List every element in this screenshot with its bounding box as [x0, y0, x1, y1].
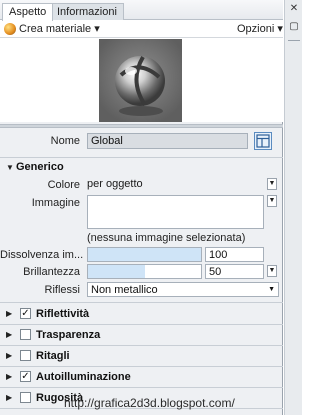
image-dropdown-button[interactable]: ▼	[267, 195, 277, 207]
separator	[288, 40, 300, 41]
section-label: Riflettività	[36, 308, 90, 320]
panel-layout-icon	[256, 134, 270, 148]
section-row[interactable]: ▶ Trasparenza	[0, 325, 283, 346]
material-editor-window: Aspetto Informazioni Crea materiale ▾ Op…	[0, 0, 302, 415]
preview-splitter[interactable]	[0, 124, 283, 128]
glossiness-slider-fill	[88, 265, 145, 278]
section-row[interactable]: ▶ ✓ Autoilluminazione	[0, 367, 283, 388]
options-menu-button[interactable]: Opzioni ▾	[237, 22, 283, 36]
collapsed-triangle-icon[interactable]: ▶	[6, 371, 12, 383]
color-dropdown-button[interactable]: ▼	[267, 178, 277, 190]
tab-bar: Aspetto Informazioni	[0, 0, 283, 21]
material-swatch-icon	[4, 23, 16, 35]
section-enable-checkbox[interactable]: ✓	[20, 308, 31, 319]
name-row: Nome Global	[0, 131, 283, 151]
section-label: Ritagli	[36, 350, 70, 362]
collapsed-triangle-icon[interactable]: ▶	[6, 392, 12, 404]
no-image-note: (nessuna immagine selezionata)	[87, 232, 246, 244]
chevron-down-icon: ▾	[94, 23, 100, 35]
image-slot[interactable]	[87, 195, 264, 229]
chevron-down-icon: ▼	[268, 180, 276, 187]
material-preview-image	[99, 39, 182, 122]
preview-area	[0, 38, 283, 122]
sphere-preview-icon	[115, 55, 165, 116]
section-generic-header[interactable]: ▼ Generico	[6, 160, 64, 175]
section-label: Autoilluminazione	[36, 371, 131, 383]
pin-icon[interactable]: ▢	[287, 21, 301, 33]
section-label: Trasparenza	[36, 329, 101, 341]
highlights-value: Non metallico	[91, 284, 158, 296]
chevron-down-icon: ▼	[268, 286, 275, 293]
create-material-button[interactable]: Crea materiale ▾	[19, 22, 100, 36]
image-fade-label: Dissolvenza im...	[0, 249, 84, 261]
expanded-triangle-icon: ▼	[6, 163, 14, 172]
separator	[0, 157, 283, 158]
section-row[interactable]: ▶ ✓ Riflettività	[0, 304, 283, 325]
image-fade-slider[interactable]	[87, 247, 202, 262]
glossiness-label: Brillantezza	[23, 266, 80, 278]
create-material-label: Crea materiale	[19, 23, 92, 35]
color-value[interactable]: per oggetto	[87, 177, 252, 192]
section-enable-checkbox[interactable]	[20, 350, 31, 361]
collapsed-triangle-icon[interactable]: ▶	[6, 308, 12, 320]
section-enable-checkbox[interactable]	[20, 392, 31, 403]
chevron-down-icon: ▾	[277, 23, 283, 35]
material-browser-button[interactable]	[254, 132, 272, 150]
section-generic-title: Generico	[16, 161, 64, 173]
collapsed-triangle-icon[interactable]: ▶	[6, 350, 12, 362]
separator	[0, 302, 283, 303]
chevron-down-icon: ▼	[268, 267, 276, 274]
glossiness-slider[interactable]	[87, 264, 202, 279]
image-fade-slider-fill	[88, 248, 201, 261]
name-label: Nome	[50, 135, 80, 147]
section-enable-checkbox[interactable]: ✓	[20, 371, 31, 382]
name-field[interactable]: Global	[87, 133, 248, 149]
panel-side-strip: ✕ ▢	[284, 0, 302, 415]
highlights-label: Riflessi	[44, 284, 80, 296]
glossiness-value[interactable]: 50	[205, 264, 264, 279]
section-enable-checkbox[interactable]	[20, 329, 31, 340]
image-fade-value[interactable]: 100	[205, 247, 264, 262]
collapsed-triangle-icon[interactable]: ▶	[6, 329, 12, 341]
material-toolbar: Crea materiale ▾ Opzioni ▾	[0, 20, 283, 38]
section-row[interactable]: ▶ Ritagli	[0, 346, 283, 367]
glossiness-dropdown-button[interactable]: ▼	[267, 265, 277, 277]
watermark-url: http://grafica2d3d.blogspot.com/	[64, 396, 235, 410]
highlights-select[interactable]: Non metallico ▼	[87, 282, 279, 297]
close-icon[interactable]: ✕	[287, 3, 301, 15]
tab-appearance[interactable]: Aspetto	[2, 3, 54, 21]
color-label: Colore	[47, 179, 80, 191]
tab-information[interactable]: Informazioni	[50, 3, 124, 20]
materials-panel: Aspetto Informazioni Crea materiale ▾ Op…	[0, 0, 283, 415]
image-label: Immagine	[31, 197, 80, 209]
options-label: Opzioni	[237, 23, 275, 35]
chevron-down-icon: ▼	[268, 197, 276, 204]
